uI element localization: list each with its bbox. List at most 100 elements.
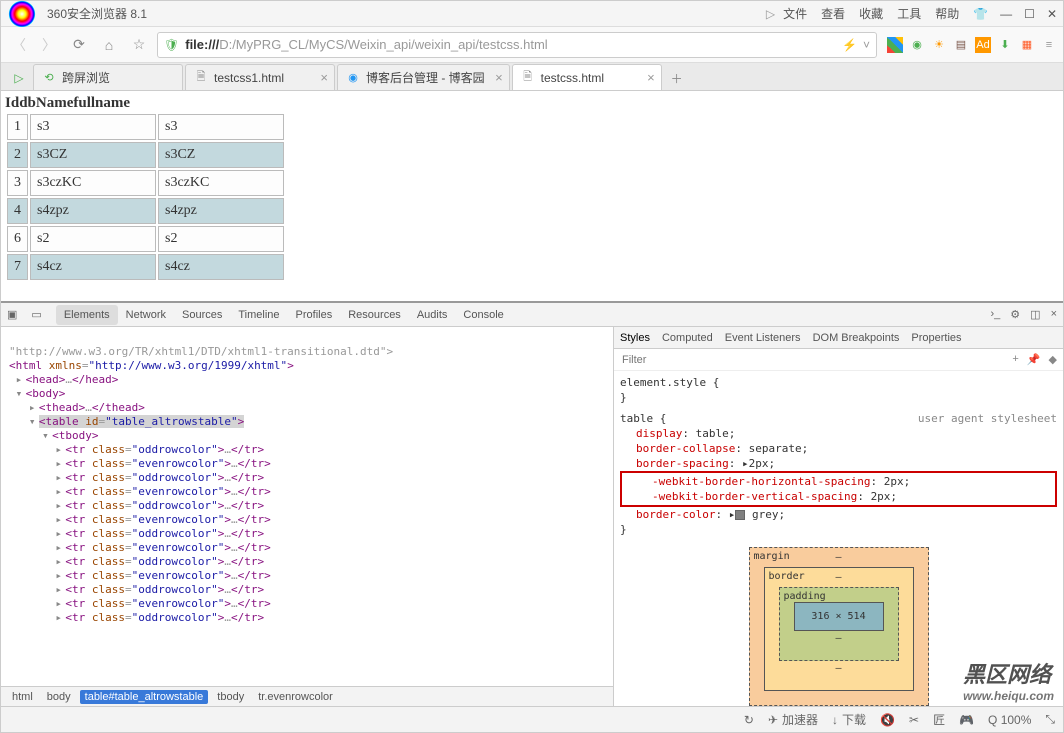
breadcrumb-item[interactable]: tr.evenrowcolor (253, 690, 338, 704)
menu-view[interactable]: 查看 (821, 5, 845, 22)
add-rule-icon[interactable]: + (1012, 353, 1018, 366)
css-property[interactable]: display: table; (620, 426, 1057, 441)
forward-button[interactable]: 〉 (37, 33, 61, 57)
refresh-status-icon[interactable]: ↻ (744, 713, 754, 727)
tab-testcss1[interactable]: 🗎 testcss1.html × (185, 64, 335, 90)
devtools-tab-profiles[interactable]: Profiles (288, 305, 341, 325)
menu-indicator-icon[interactable]: ▷ (766, 7, 775, 21)
minimize-button[interactable]: — (1000, 7, 1012, 21)
styles-tab-dom-breakpoints[interactable]: DOM Breakpoints (813, 332, 900, 344)
inspect-icon[interactable]: ▣ (7, 308, 17, 321)
close-icon[interactable]: × (647, 70, 655, 85)
table-row: 3s3czKCs3czKC (7, 170, 284, 196)
tab-label: testcss1.html (214, 71, 284, 85)
back-button[interactable]: 〈 (7, 33, 31, 57)
sync-icon: ⟲ (42, 71, 56, 85)
accelerator-button[interactable]: ✈ 加速器 (768, 711, 818, 728)
ext-icon-2[interactable]: ☀ (931, 37, 947, 53)
breadcrumb-item[interactable]: tbody (212, 690, 249, 704)
flash-icon[interactable]: ⚡ (842, 38, 857, 52)
file-icon: 🗎 (194, 71, 208, 85)
window-title: 360安全浏览器 8.1 (47, 5, 147, 22)
resize-grip-icon: ⤡ (1045, 712, 1055, 727)
tab-blog-admin[interactable]: ◉ 博客后台管理 - 博客园 × (337, 64, 510, 90)
ext-icon-1[interactable]: ◉ (909, 37, 925, 53)
filter-icon[interactable]: ◆ (1049, 353, 1057, 366)
screenshot-icon[interactable]: ✂ (909, 713, 919, 727)
menu-tools[interactable]: 工具 (897, 5, 921, 22)
menu-favorites[interactable]: 收藏 (859, 5, 883, 22)
apps-icon[interactable] (887, 37, 903, 53)
reload-button[interactable]: ⟳ (67, 33, 91, 57)
devtools-tab-network[interactable]: Network (118, 305, 174, 325)
ext-icon-4[interactable]: ⬇ (997, 37, 1013, 53)
ext-menu-icon[interactable]: ≡ (1041, 37, 1057, 53)
devtools-tab-timeline[interactable]: Timeline (230, 305, 287, 325)
maximize-button[interactable]: ☐ (1024, 7, 1035, 21)
devtools-tab-resources[interactable]: Resources (340, 305, 409, 325)
styles-panel: Styles Computed Event Listeners DOM Breakpo… (613, 327, 1063, 706)
devtools-toolbar: ▣ ▭ ElementsNetworkSourcesTimelineProfil… (1, 303, 1063, 327)
highlighted-props: -webkit-border-horizontal-spacing: 2px;-… (620, 471, 1057, 507)
ext-icon-3[interactable]: ▤ (953, 37, 969, 53)
dock-icon[interactable]: ◫ (1030, 308, 1040, 321)
styles-tab-properties[interactable]: Properties (911, 332, 961, 344)
close-button[interactable]: ✕ (1047, 7, 1057, 21)
devtools-tab-console[interactable]: Console (455, 305, 511, 325)
css-property-highlighted[interactable]: -webkit-border-horizontal-spacing: 2px; (624, 474, 1053, 489)
tab-pin-icon[interactable]: ▷ (5, 66, 33, 90)
breadcrumb-item[interactable]: body (42, 690, 76, 704)
capture-icon[interactable]: 匠 (933, 711, 945, 728)
devtools-panel: ▣ ▭ ElementsNetworkSourcesTimelineProfil… (1, 301, 1063, 706)
table-row: 2s3CZs3CZ (7, 142, 284, 168)
tab-testcss[interactable]: 🗎 testcss.html × (512, 64, 662, 90)
menu-file[interactable]: 文件 (783, 5, 807, 22)
styles-tab-event-listeners[interactable]: Event Listeners (725, 332, 801, 344)
game-icon[interactable]: 🎮 (959, 713, 974, 727)
devtools-close-icon[interactable]: × (1051, 308, 1057, 321)
adblock-icon[interactable]: Ad (975, 37, 991, 53)
close-icon[interactable]: × (495, 70, 503, 85)
styles-content[interactable]: element.style { } table { user agent sty… (614, 371, 1063, 706)
address-bar[interactable]: 🛡 file:///D:/MyPRG_CL/MyCS/Weixin_api/we… (157, 32, 877, 58)
zoom-label[interactable]: Q 100% (988, 713, 1031, 727)
dropdown-icon[interactable]: ˅ (863, 38, 870, 52)
tab-label: testcss.html (541, 71, 604, 85)
new-tab-button[interactable]: ＋ (664, 66, 690, 90)
table-rule-header: table { user agent stylesheet (620, 411, 1057, 426)
breadcrumb-item[interactable]: table#table_altrowstable (80, 690, 209, 704)
tab-cross-screen[interactable]: ⟲ 跨屏浏览 (33, 64, 183, 90)
dom-tree[interactable]: "http://www.w3.org/TR/xhtml1/DTD/xhtml1-… (1, 327, 613, 686)
element-style-rule: element.style { (620, 375, 1057, 390)
file-icon: 🗎 (521, 71, 535, 85)
title-bar: 360安全浏览器 8.1 ▷ 文件 查看 收藏 工具 帮助 👕 — ☐ ✕ (1, 1, 1063, 27)
globe-icon: ◉ (346, 71, 360, 85)
menu-help[interactable]: 帮助 (935, 5, 959, 22)
extension-icons: ◉ ☀ ▤ Ad ⬇ ▦ ≡ (887, 37, 1057, 53)
devtools-tab-sources[interactable]: Sources (174, 305, 230, 325)
toggle-state-icon[interactable]: 📌 (1027, 353, 1041, 366)
download-button[interactable]: ↓ 下载 (832, 711, 866, 728)
mute-icon[interactable]: 🔇 (880, 713, 895, 727)
styles-tab-computed[interactable]: Computed (662, 332, 713, 344)
close-icon[interactable]: × (320, 70, 328, 85)
skin-icon[interactable]: 👕 (973, 7, 988, 21)
security-shield-icon: 🛡 (164, 38, 179, 52)
filter-input[interactable] (620, 353, 1012, 367)
css-property[interactable]: border-collapse: separate; (620, 441, 1057, 456)
favorite-button[interactable]: ☆ (127, 33, 151, 57)
console-toggle-icon[interactable]: ›_ (991, 308, 1001, 321)
ext-icon-5[interactable]: ▦ (1019, 37, 1035, 53)
devtools-tab-audits[interactable]: Audits (409, 305, 456, 325)
status-bar: ↻ ✈ 加速器 ↓ 下载 🔇 ✂ 匠 🎮 Q 100% ⤡ (1, 706, 1063, 732)
devtools-tab-elements[interactable]: Elements (56, 305, 118, 325)
breadcrumb-item[interactable]: html (7, 690, 38, 704)
settings-icon[interactable]: ⚙ (1010, 308, 1020, 321)
breadcrumb-bar: html body table#table_altrowstabletbody tr.… (1, 686, 613, 706)
css-property-highlighted[interactable]: -webkit-border-vertical-spacing: 2px; (624, 489, 1053, 504)
page-content: IddbNamefullname 1s3s32s3CZs3CZ3s3czKCs3… (1, 91, 1063, 301)
css-property[interactable]: border-spacing: ▸2px; (620, 456, 1057, 471)
home-button[interactable]: ⌂ (97, 33, 121, 57)
device-icon[interactable]: ▭ (31, 308, 41, 321)
styles-tab-styles[interactable]: Styles (620, 332, 650, 344)
